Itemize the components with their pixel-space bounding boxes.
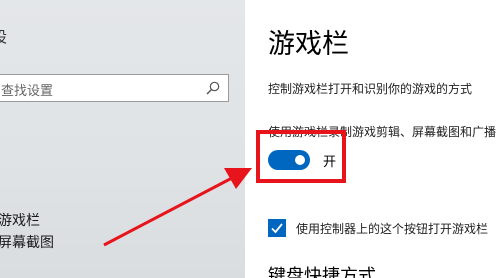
controller-button-checkbox[interactable] xyxy=(268,219,286,237)
main-content: 游戏栏 控制游戏栏打开和识别你的游戏的方式 使用游戏栏录制游戏剪辑、屏幕截图和广… xyxy=(245,0,496,278)
sidebar-item-label: 屏幕截图 xyxy=(0,235,54,251)
checkmark-icon xyxy=(271,223,283,234)
toggle-knob xyxy=(295,155,305,165)
record-toggle[interactable] xyxy=(268,150,310,170)
toggle-state-label: 开 xyxy=(323,154,337,170)
search-input[interactable]: 查找设置 xyxy=(0,74,229,102)
section-heading: 键盘快捷方式 xyxy=(268,266,376,278)
sidebar-title: 设 xyxy=(0,26,7,47)
search-placeholder: 查找设置 xyxy=(1,84,54,99)
sidebar-item-game-bar[interactable]: 游戏栏 xyxy=(0,210,40,230)
record-setting-label: 使用游戏栏录制游戏剪辑、屏幕截图和广播 xyxy=(268,125,496,139)
record-toggle-row: 开 xyxy=(268,148,336,172)
search-icon[interactable] xyxy=(205,80,221,96)
sidebar: 设 查找设置 游戏栏 屏幕截图 xyxy=(0,0,245,278)
controller-button-option: 使用控制器上的这个按钮打开游戏栏 xyxy=(268,219,488,237)
sidebar-item-screenshots[interactable]: 屏幕截图 xyxy=(0,232,54,252)
page-description: 控制游戏栏打开和识别你的游戏的方式 xyxy=(268,82,473,96)
sidebar-item-label: 游戏栏 xyxy=(0,213,40,229)
page-title: 游戏栏 xyxy=(268,29,349,60)
checkbox-label: 使用控制器上的这个按钮打开游戏栏 xyxy=(296,221,489,236)
